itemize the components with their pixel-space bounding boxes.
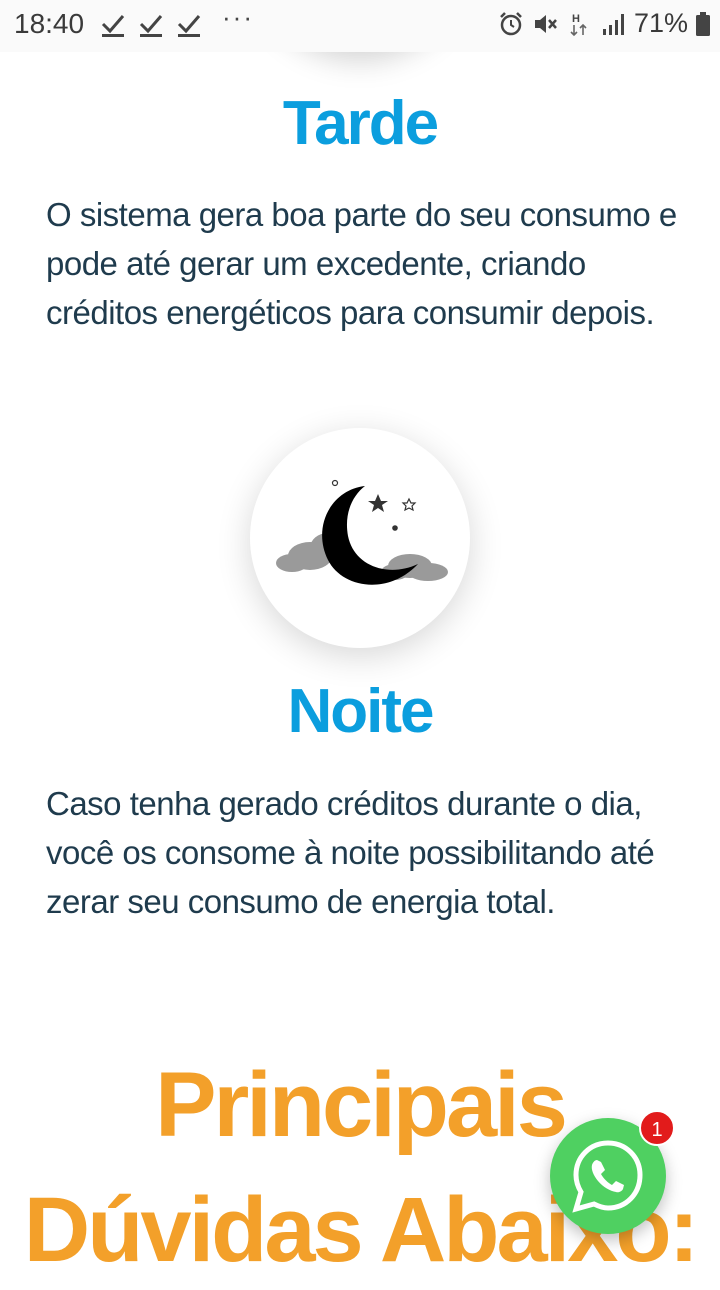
status-time: 18:40 [14,8,85,39]
check-icon [177,15,201,37]
status-bar: 18:40 ··· H 71% [0,0,720,52]
mute-icon [534,14,557,33]
alarm-icon [500,11,522,35]
check-icon [139,15,163,37]
whatsapp-icon [572,1140,643,1213]
check-icon [101,15,125,37]
night-title: Noite [287,677,435,746]
more-notifications-indicator: ··· [222,2,254,32]
night-icon-circle [250,428,470,648]
signal-icon [602,13,624,35]
notification-icons [100,10,202,38]
afternoon-title: Tarde [282,89,439,158]
battery-percent: 71% [633,8,688,38]
night-description: Caso tenha gerado créditos durante o dia… [46,785,655,920]
network-h-icon: H [570,13,587,36]
battery-icon [696,11,710,36]
afternoon-description: O sistema gera boa parte do seu consumo … [46,196,677,331]
moon-clouds-icon [276,479,448,585]
svg-text:H: H [572,13,580,25]
notification-badge: 1 [639,1110,675,1146]
